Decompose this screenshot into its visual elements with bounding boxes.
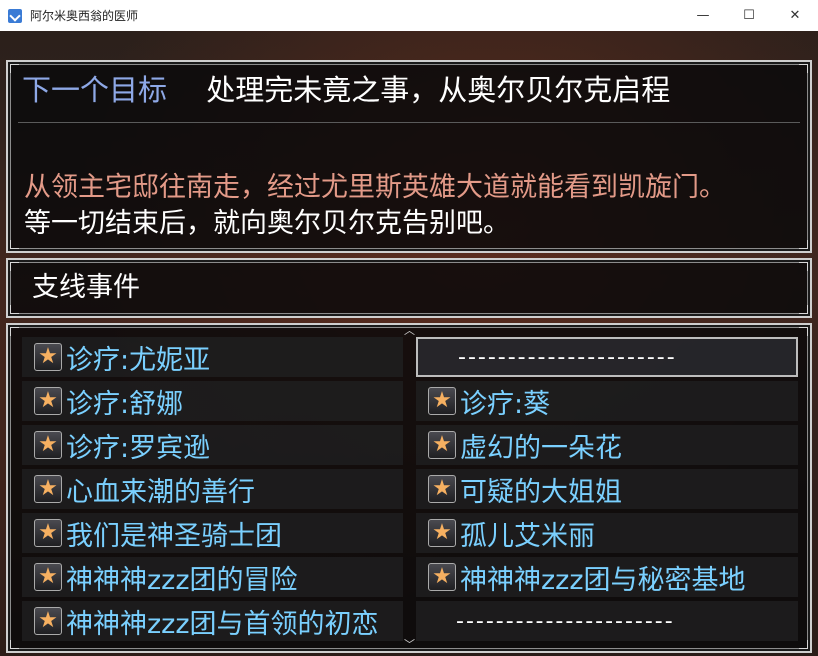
star-icon: ★	[34, 431, 62, 459]
quest-label: 神神神zzz团与秘密基地	[460, 564, 746, 596]
quest-item[interactable]: ★ 神神神zzz团与首领的初恋	[22, 601, 403, 641]
star-icon: ★	[34, 519, 62, 547]
star-icon: ★	[34, 343, 62, 371]
quest-item[interactable]: ★ 孤儿艾米丽	[416, 513, 798, 553]
quest-item[interactable]: ★ 诊疗:尤妮亚	[22, 337, 403, 377]
quest-label: 可疑的大姐姐	[460, 476, 622, 508]
quest-label: 神神神zzz团的冒险	[66, 564, 298, 596]
star-icon: ★	[34, 563, 62, 591]
window-controls: — ☐ ✕	[680, 0, 818, 31]
empty-slot-placeholder: ----------------------	[458, 344, 677, 370]
star-icon: ★	[34, 387, 62, 415]
goal-row: 下一个目标 处理完未竟之事，从奥尔贝尔克启程	[22, 70, 670, 110]
quest-label: 虚幻的一朵花	[460, 432, 622, 464]
minimize-button[interactable]: —	[680, 0, 726, 31]
scroll-down-arrow[interactable]: ﹀	[404, 639, 415, 650]
quest-label: 诊疗:罗宾逊	[66, 432, 211, 464]
quest-item[interactable]: ★ 神神神zzz团与秘密基地	[416, 557, 798, 597]
goal-value: 处理完未竟之事，从奥尔贝尔克启程	[206, 73, 671, 107]
goal-label: 下一个目标	[22, 73, 168, 107]
goal-description-line-2: 等一切结束后，就向奥尔贝尔克告别吧。	[24, 208, 510, 239]
star-icon: ★	[34, 607, 62, 635]
close-button[interactable]: ✕	[772, 0, 818, 31]
quest-label: 诊疗:葵	[460, 388, 551, 420]
scroll-up-arrow[interactable]: ︿	[404, 325, 415, 336]
quest-label: 神神神zzz团与首领的初恋	[66, 608, 379, 640]
quest-item-empty[interactable]: ----------------------	[416, 601, 798, 641]
side-events-title: 支线事件	[32, 272, 140, 303]
quest-label: 诊疗:舒娜	[66, 388, 184, 420]
maximize-button[interactable]: ☐	[726, 0, 772, 31]
quest-item[interactable]: ★ 可疑的大姐姐	[416, 469, 798, 509]
quest-item[interactable]: ★ 我们是神圣骑士团	[22, 513, 403, 553]
empty-slot-placeholder: ----------------------	[456, 608, 675, 634]
goal-description: 从领主宅邸往南走，经过尤里斯英雄大道就能看到凯旋门。 等一切结束后，就向奥尔贝尔…	[24, 170, 726, 242]
quest-item[interactable]: ★ 诊疗:葵	[416, 381, 798, 421]
quest-item[interactable]: ★ 虚幻的一朵花	[416, 425, 798, 465]
quest-item[interactable]: ★ 神神神zzz团的冒险	[22, 557, 403, 597]
star-icon: ★	[428, 519, 456, 547]
star-icon: ★	[428, 475, 456, 503]
goal-description-line-1: 从领主宅邸往南走，经过尤里斯英雄大道就能看到凯旋门。	[24, 172, 726, 203]
next-goal-panel: 下一个目标 处理完未竟之事，从奥尔贝尔克启程 从领主宅邸往南走，经过尤里斯英雄大…	[6, 60, 812, 253]
quest-label: 我们是神圣骑士团	[66, 520, 282, 552]
quest-item[interactable]: ★ 诊疗:舒娜	[22, 381, 403, 421]
star-icon: ★	[428, 431, 456, 459]
star-icon: ★	[34, 475, 62, 503]
quest-item[interactable]: ★ 诊疗:罗宾逊	[22, 425, 403, 465]
quest-item-empty-selected[interactable]: ----------------------	[416, 337, 798, 377]
app-icon	[8, 8, 22, 23]
star-icon: ★	[428, 387, 456, 415]
quest-item[interactable]: ★ 心血来潮的善行	[22, 469, 403, 509]
window-title: 阿尔米奥西翁的医师	[30, 9, 139, 23]
goal-divider	[18, 122, 800, 123]
side-events-header-panel: 支线事件	[6, 258, 812, 318]
star-icon: ★	[428, 563, 456, 591]
quest-list-panel: ︿ ﹀ ★ 诊疗:尤妮亚 ---------------------- ★ 诊疗…	[6, 323, 812, 653]
quest-label: 心血来潮的善行	[66, 476, 255, 508]
quest-label: 诊疗:尤妮亚	[66, 344, 211, 376]
quest-label: 孤儿艾米丽	[460, 520, 595, 552]
window-titlebar: 阿尔米奥西翁的医师 — ☐ ✕	[0, 0, 818, 32]
